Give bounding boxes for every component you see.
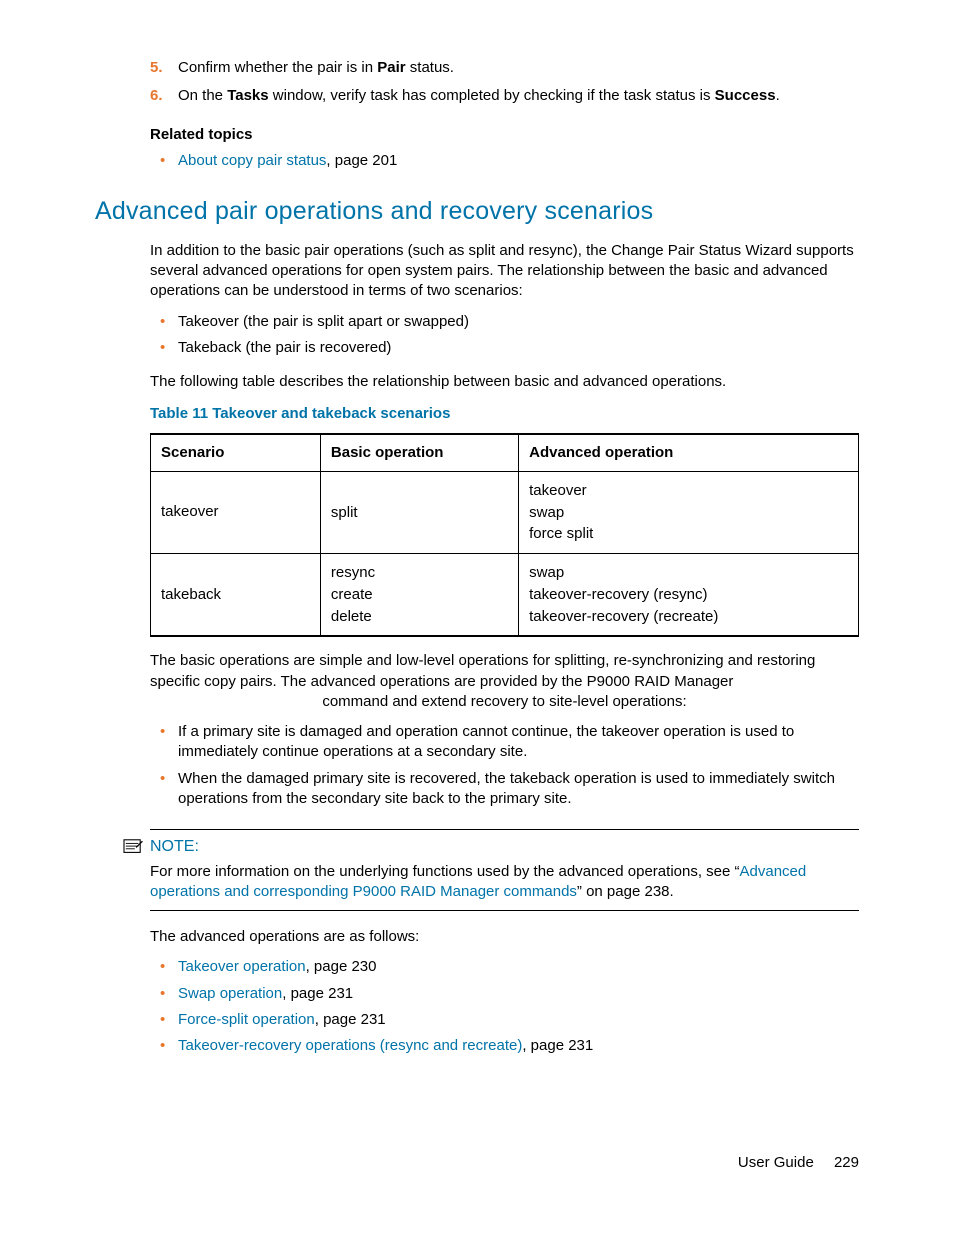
table-intro-paragraph: The following table describes the relati… <box>150 372 859 392</box>
table-cell: resync create delete <box>320 554 518 637</box>
related-topic-link[interactable]: About copy pair status <box>178 152 326 169</box>
table-header: Basic operation <box>320 434 518 472</box>
section-heading: Advanced pair operations and recovery sc… <box>95 195 859 229</box>
list-item: Swap operation, page 231 <box>150 984 859 1004</box>
table-cell: takeover <box>151 471 321 553</box>
note-label: NOTE: <box>150 836 199 858</box>
table-header: Scenario <box>151 434 321 472</box>
table-header: Advanced operation <box>519 434 859 472</box>
step-item: 6. On the Tasks window, verify task has … <box>150 86 859 106</box>
table-row: takeover split takeover swap force split <box>151 471 859 553</box>
ops-link[interactable]: Swap operation <box>178 985 282 1002</box>
table-cell: swap takeover-recovery (resync) takeover… <box>519 554 859 637</box>
note-body: For more information on the underlying f… <box>150 862 859 903</box>
related-topic-item: About copy pair status, page 201 <box>150 151 859 171</box>
footer-label: User Guide <box>738 1154 814 1171</box>
ops-list: Takeover operation, page 230 Swap operat… <box>150 957 859 1056</box>
table-cell: takeover swap force split <box>519 471 859 553</box>
table-row: takeback resync create delete swap takeo… <box>151 554 859 637</box>
after-table-paragraph-cont: command and extend recovery to site-leve… <box>150 692 859 712</box>
ops-link[interactable]: Takeover operation <box>178 958 306 975</box>
list-item: Takeback (the pair is recovered) <box>150 338 859 358</box>
related-topics-list: About copy pair status, page 201 <box>150 151 859 171</box>
related-topics-heading: Related topics <box>150 125 859 145</box>
list-item: Takeover operation, page 230 <box>150 957 859 977</box>
note-icon <box>122 838 144 856</box>
divider <box>150 910 859 911</box>
scenario-table: Scenario Basic operation Advanced operat… <box>150 433 859 638</box>
ops-link[interactable]: Takeover-recovery operations (resync and… <box>178 1037 522 1054</box>
divider <box>150 829 859 830</box>
list-item: When the damaged primary site is recover… <box>150 769 859 810</box>
step-text: Confirm whether the pair is in Pair stat… <box>178 59 454 76</box>
step-number: 5. <box>150 58 163 78</box>
list-item: Force-split operation, page 231 <box>150 1010 859 1030</box>
step-number: 6. <box>150 86 163 106</box>
step-item: 5. Confirm whether the pair is in Pair s… <box>150 58 859 78</box>
table-cell: split <box>320 471 518 553</box>
step-list: 5. Confirm whether the pair is in Pair s… <box>150 58 859 107</box>
page-number: 229 <box>834 1154 859 1171</box>
ops-link[interactable]: Force-split operation <box>178 1011 315 1028</box>
table-cell: takeback <box>151 554 321 637</box>
list-item: If a primary site is damaged and operati… <box>150 722 859 763</box>
site-list: If a primary site is damaged and operati… <box>150 722 859 809</box>
scenario-list: Takeover (the pair is split apart or swa… <box>150 312 859 359</box>
after-table-paragraph: The basic operations are simple and low-… <box>150 651 859 692</box>
list-item: Takeover-recovery operations (resync and… <box>150 1036 859 1056</box>
step-text: On the Tasks window, verify task has com… <box>178 87 780 104</box>
ops-intro: The advanced operations are as follows: <box>150 927 859 947</box>
intro-paragraph: In addition to the basic pair operations… <box>150 241 859 302</box>
list-item: Takeover (the pair is split apart or swa… <box>150 312 859 332</box>
page-footer: User Guide 229 <box>738 1153 859 1173</box>
table-caption: Table 11 Takeover and takeback scenarios <box>150 404 859 424</box>
